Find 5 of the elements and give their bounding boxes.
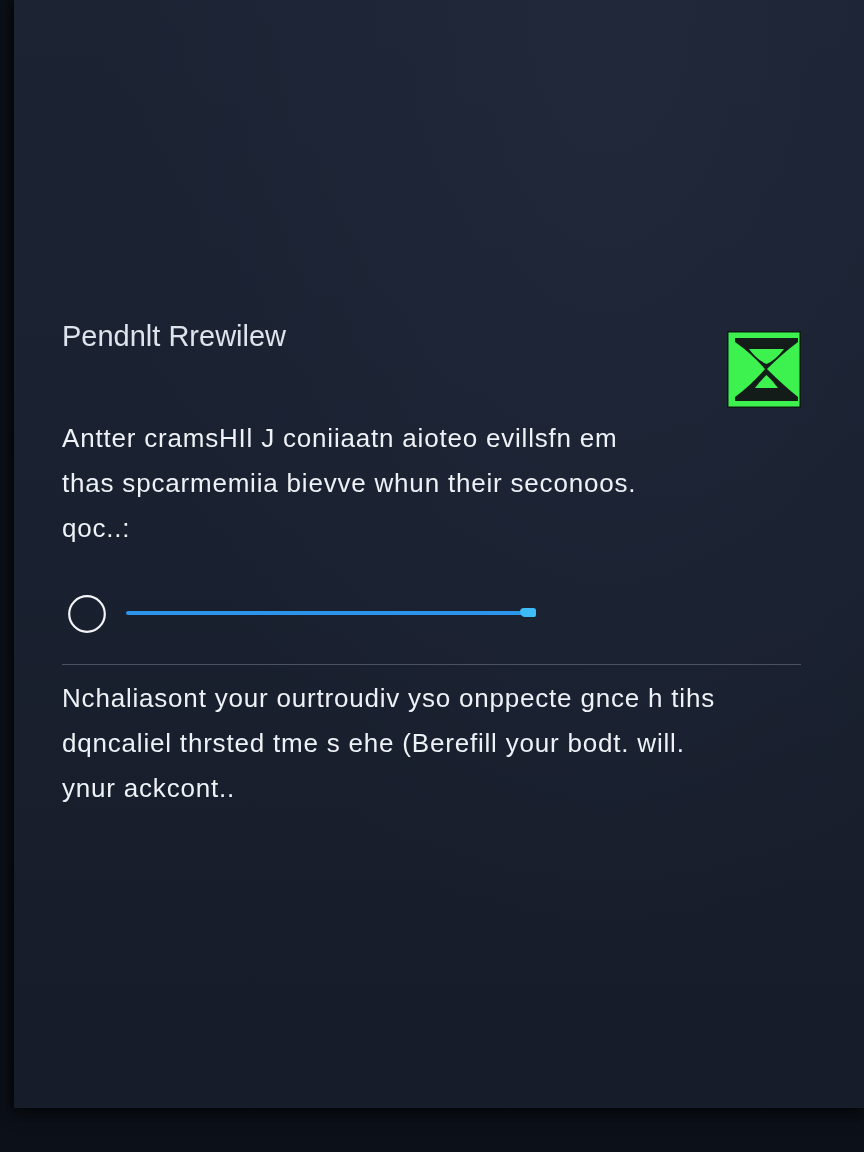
hourglass-icon — [727, 331, 801, 408]
ring-icon — [68, 595, 106, 633]
note-text: Nchaliasont your ourtroudiv yso onppecte gnce h tihs dqncaliel thrsted tme s ehe (Berefill your bodt. will. ynur ackcont.. — [62, 682, 715, 805]
message-text: Antter cramsHIl J coniiaatn aioteo evillsfn em thas spcarmemiia bievve whun their seconoos. qoc..: — [62, 422, 637, 545]
panel-title: Pendnlt Rrewilew — [62, 320, 287, 353]
